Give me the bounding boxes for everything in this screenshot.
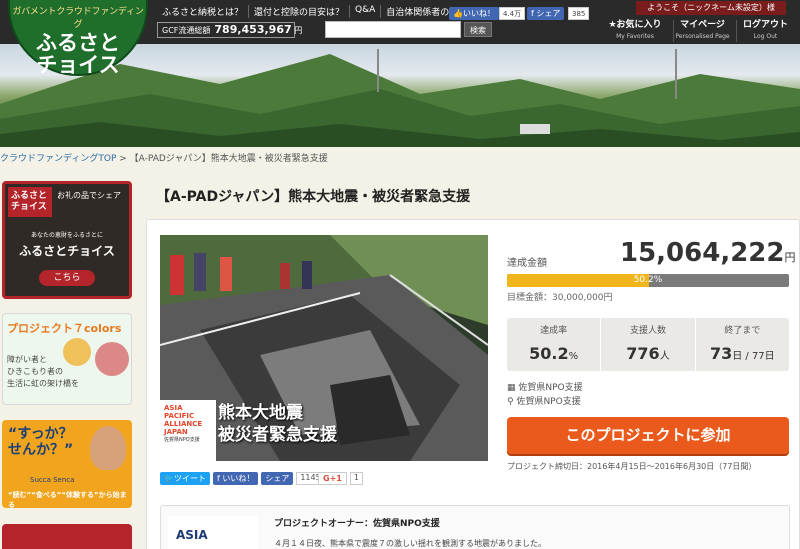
stat-label: 支援人数 (629, 326, 666, 336)
funding-stats: 達成率 50.2% 支援人数 776人 終了まで 73日 / 77日 (507, 318, 789, 371)
ad-photo-circle (95, 342, 129, 376)
search-button[interactable]: 検索 (464, 22, 492, 37)
org-info: ▦ 佐賀県NPO支援 (507, 380, 583, 393)
nav-link-about[interactable]: ふるさと納税とは？ (157, 5, 250, 18)
ad-tag: お礼の品でシェア (57, 191, 121, 200)
goal-amount: 目標金額：30,000,000円 (507, 293, 613, 303)
stat-number: 50.2 (529, 344, 569, 363)
raised-amount: 15,064,222円 (620, 238, 795, 268)
stat-number: 776 (626, 344, 660, 363)
share-label: シェア (536, 9, 561, 18)
like-count: 4.4万 (499, 7, 526, 20)
gcf-total: GCF流通総額 789,453,967 円 (157, 22, 302, 38)
logout-label: ログアウト (742, 20, 788, 30)
ad-button[interactable]: こちら (39, 270, 95, 286)
stat-achievement: 達成率 50.2% (507, 318, 602, 371)
stat-number: 73 (709, 344, 733, 363)
owner-title[interactable]: プロジェクトオーナー：佐賀県NPO支援 (274, 516, 440, 529)
facebook-like-button[interactable]: 👍いいね！ (449, 7, 499, 20)
ad-title: ふるさとチョイス (19, 244, 115, 258)
gcf-value: 789,453,967 (214, 23, 292, 36)
building-icon: ▦ (507, 383, 519, 393)
page-title: 【A-PADジャパン】熊本大地震・被災者緊急支援 (156, 189, 471, 205)
stat-supporters: 支援人数 776人 (601, 318, 696, 371)
fb-share-label: シェア (265, 474, 290, 483)
sidebar-ad-furusato[interactable]: ふるさと チョイス お礼の品でシェア あなたの恵財をふるさとに ふるさとチョイス… (2, 181, 132, 299)
sidebar-ad-7colors[interactable]: プロジェクト７colors 障がい者と ひきこもり者の 生活に虹の架け橋を (2, 313, 132, 405)
nav-link-qa[interactable]: Q&A (350, 5, 382, 18)
logout-button[interactable]: ログアウト Log Out (736, 20, 794, 42)
gplus-buttons: G+1 1 (318, 472, 363, 485)
sidebar-ad-succa-senca[interactable]: “すっか？ せんか？” Succa Senca “読む”“食べる”“体験する”か… (2, 420, 132, 508)
top-nav: ふるさと納税とは？ 還付と控除の目安は？ Q&A 自治体関係者の方へ (157, 5, 472, 18)
favorites-label: ★お気に入り (608, 20, 662, 30)
logo-subtitle: ガバメントクラウドファンディング (12, 7, 144, 30)
ad-title: プロジェクト７colors (7, 322, 122, 335)
logo-title: ふるさと チョイス (36, 30, 120, 77)
org-name[interactable]: 佐賀県NPO支援 (518, 383, 582, 393)
stat-unit: % (568, 351, 579, 362)
location-info: ⚲ 佐賀県NPO支援 (507, 394, 581, 407)
org-logo-text: ASIA PACIFIC ALLIANCE JAPAN (164, 404, 203, 436)
breadcrumb-home[interactable]: クラウドファンディングTOP (0, 154, 116, 164)
breadcrumb-current: 【A-PADジャパン】熊本大地震・被災者緊急支援 (129, 154, 328, 164)
ad-logo: ふるさと チョイス (8, 187, 52, 217)
raised-label: 達成金額 (507, 258, 547, 269)
org-logo: ASIA PACIFIC ALLIANCE JAPAN 佐賀県NPO支援 (160, 400, 216, 461)
thumbs-up-icon: 👍 (453, 9, 463, 18)
project-period: プロジェクト締切日：2016年4月15日～2016年6月30日（77日間） (507, 462, 757, 471)
stat-label: 達成率 (540, 326, 568, 336)
stat-value: 776人 (601, 344, 694, 363)
owner-logo: ASIA (168, 516, 258, 549)
stat-value: 50.2% (507, 344, 600, 363)
gplus-count: 1 (349, 472, 363, 485)
join-project-button[interactable]: このプロジェクトに参加 (507, 417, 789, 454)
ad-text: “読む”“食べる”“体験する”から始まる (8, 491, 127, 508)
ad-small: あなたの恵財をふるさとに (30, 232, 103, 239)
ad-text: 障がい者と ひきこもり者の 生活に虹の架け橋を (7, 355, 79, 388)
stat-label: 終了まで (724, 326, 761, 336)
stat-unit: 日 / 77日 (732, 351, 775, 362)
mypage-sub: Personalised Page (675, 33, 730, 40)
facebook-share-button[interactable]: シェア (261, 472, 294, 485)
tweet-label: ツイート (173, 474, 206, 483)
logout-sub: Log Out (753, 33, 778, 40)
social-buttons: 🐦ツイート f いいね！ シェア 1145 (160, 472, 325, 485)
image-caption: 熊本大地震 被災者緊急支援 (218, 403, 337, 445)
location-name: 佐賀県NPO支援 (516, 397, 581, 407)
favorites-button[interactable]: ★お気に入り My Favorites (604, 20, 666, 42)
raised-value: 15,064,222 (620, 238, 785, 268)
facebook-like-button[interactable]: f いいね！ (212, 472, 259, 485)
like-label: いいね！ (462, 9, 495, 18)
raised-unit: 円 (784, 251, 796, 264)
gcf-unit: 円 (294, 26, 303, 35)
ad-title: “すっか？ せんか？” (8, 426, 74, 458)
ad-brand: Succa Senca (30, 476, 75, 484)
fb-like-label: いいね！ (222, 474, 255, 483)
site-logo[interactable]: ガバメントクラウドファンディング ふるさと チョイス (8, 0, 148, 76)
sidebar-ad-partial[interactable] (2, 524, 132, 549)
gplus-button[interactable]: G+1 (318, 472, 347, 485)
org-logo-small: 佐賀県NPO支援 (164, 437, 200, 443)
mypage-button[interactable]: マイページ Personalised Page (673, 20, 731, 42)
stat-value: 73日 / 77日 (696, 344, 789, 363)
breadcrumb-separator: > (116, 154, 130, 164)
breadcrumb: クラウドファンディングTOP > 【A-PADジャパン】熊本大地震・被災者緊急支… (0, 151, 328, 164)
welcome-message: ようこそ（ニックネーム未設定）様 (636, 1, 786, 15)
share-count: 385 (568, 7, 590, 20)
facebook-share-button[interactable]: f シェア (527, 7, 565, 20)
nav-link-refund[interactable]: 還付と控除の目安は？ (249, 5, 351, 18)
stat-unit: 人 (659, 351, 670, 362)
owner-description: ４月１４日夜、熊本県で震度７の激しい揺れを観測する地震がありました。 (274, 539, 546, 548)
progress-label: 50.2% (633, 275, 663, 285)
favorites-sub: My Favorites (616, 33, 654, 40)
search-input[interactable] (325, 21, 461, 38)
tweet-button[interactable]: 🐦ツイート (160, 472, 210, 485)
twitter-icon: 🐦 (164, 474, 174, 483)
mypage-label: マイページ (680, 20, 725, 30)
stat-days-left: 終了まで 73日 / 77日 (696, 318, 789, 371)
gcf-label: GCF流通総額 (162, 26, 211, 35)
ad-photo-face (90, 426, 126, 470)
